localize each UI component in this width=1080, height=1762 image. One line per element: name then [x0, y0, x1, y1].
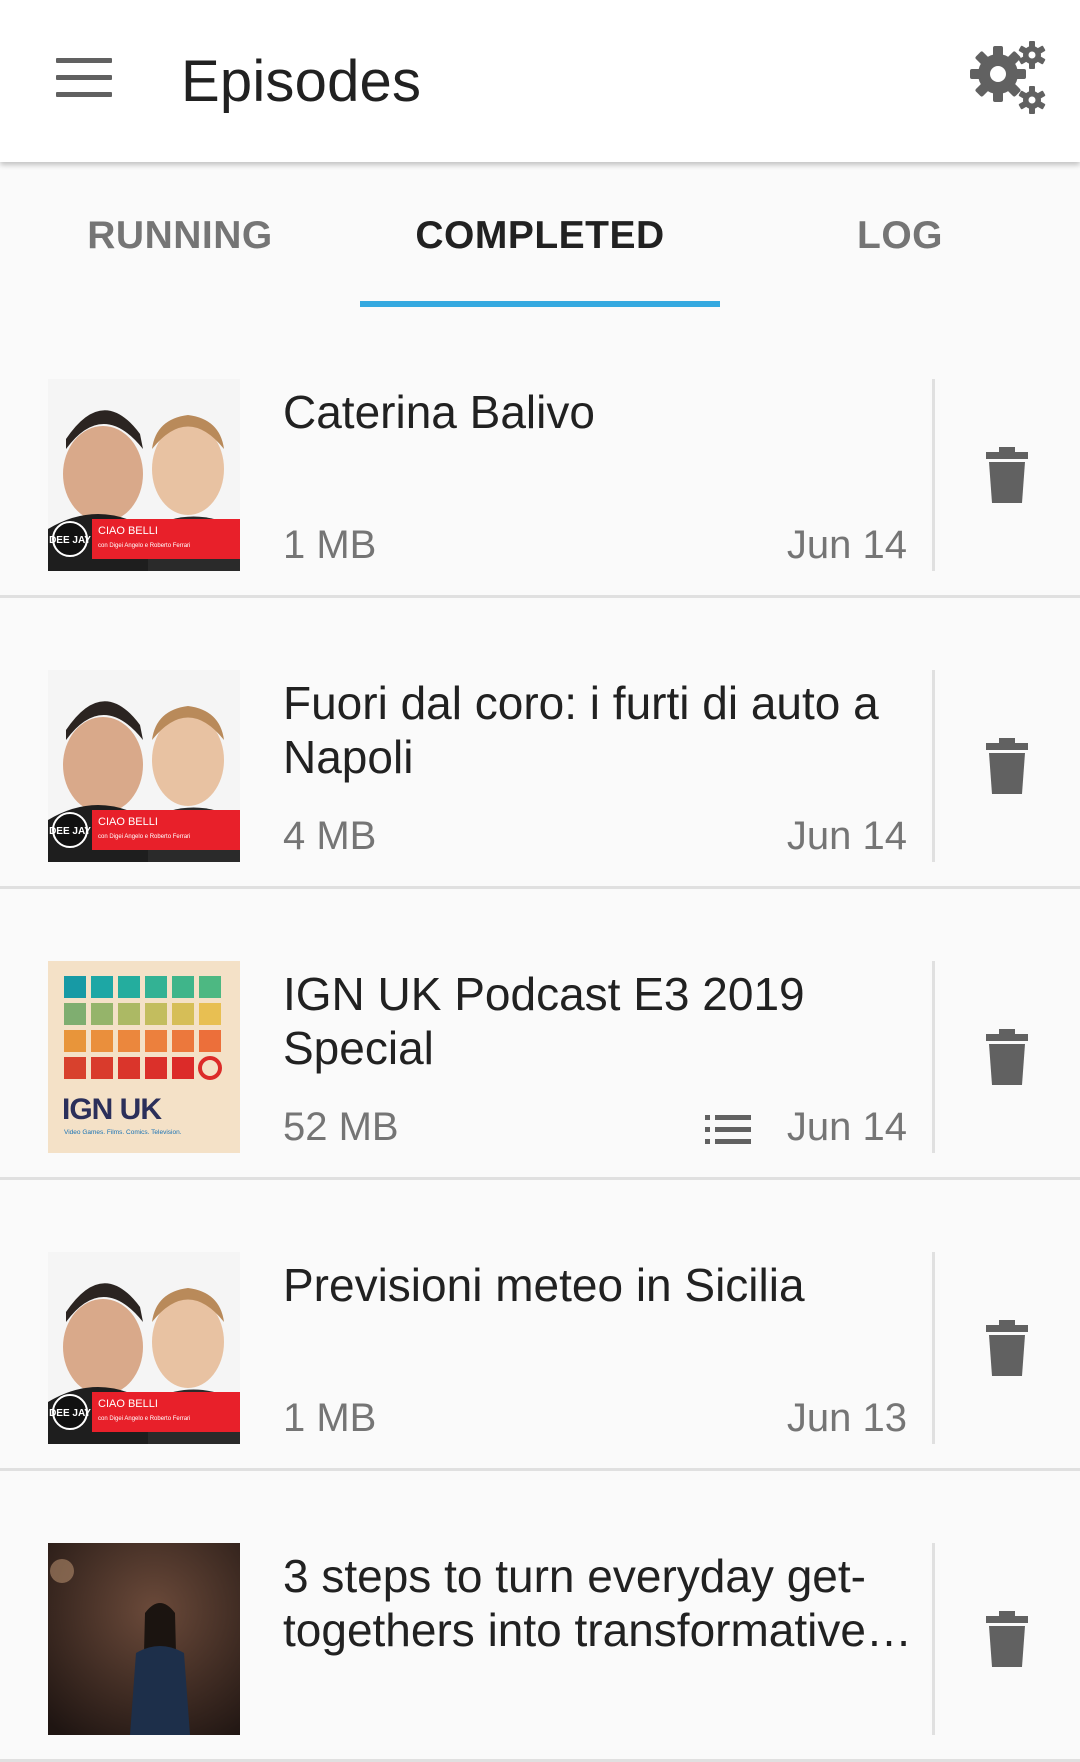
art-subtitle: con Digei Angelo e Roberto Ferrari	[98, 834, 190, 840]
trash-icon[interactable]	[986, 1611, 1028, 1667]
vertical-divider	[932, 961, 935, 1153]
episode-date: Jun 14	[786, 814, 907, 858]
tab-bar: RUNNING COMPLETED LOG	[0, 162, 1080, 307]
ciao-belli-artwork: DEE JAY CIAO BELLI con Digei Angelo e Ro…	[48, 379, 240, 571]
episode-size: 1 MB	[283, 1396, 377, 1440]
tab-running-label: RUNNING	[87, 214, 273, 257]
episode-date: Jun 13	[786, 1396, 907, 1440]
art-badge: DEE JAY	[49, 826, 91, 837]
list-item[interactable]: DEE JAY CIAO BELLI con Digei Angelo e Ro…	[0, 1180, 1080, 1471]
trash-icon[interactable]	[986, 447, 1028, 503]
episode-size: 52 MB	[283, 1105, 399, 1149]
art-subtitle: con Digei Angelo e Roberto Ferrari	[98, 1416, 190, 1422]
art-show-name: CIAO BELLI	[98, 525, 158, 537]
art-tagline: Video Games. Films. Comics. Television.	[64, 1129, 182, 1136]
trash-icon[interactable]	[986, 1320, 1028, 1376]
vertical-divider	[932, 1543, 935, 1735]
vertical-divider	[932, 379, 935, 571]
episode-title: IGN UK Podcast E3 2019 Special	[283, 968, 805, 1074]
ign-uk-artwork: IGN UK Video Games. Films. Comics. Telev…	[48, 961, 240, 1153]
art-badge: DEE JAY	[49, 535, 91, 546]
episode-title: Caterina Balivo	[283, 386, 595, 438]
ciao-belli-artwork: DEE JAY CIAO BELLI con Digei Angelo e Ro…	[48, 670, 240, 862]
episode-date: Jun 14	[786, 1105, 907, 1149]
list-item[interactable]: 3 steps to turn everyday get-togethers i…	[0, 1471, 1080, 1762]
playlist-icon	[705, 1115, 751, 1144]
gears-icon[interactable]	[966, 40, 1050, 116]
page-title: Episodes	[181, 49, 422, 114]
list-item[interactable]: DEE JAY CIAO BELLI con Digei Angelo e Ro…	[0, 307, 1080, 598]
hamburger-menu-icon[interactable]	[56, 58, 112, 98]
art-subtitle: con Digei Angelo e Roberto Ferrari	[98, 543, 190, 549]
ted-talk-artwork	[48, 1543, 240, 1735]
episode-size: 4 MB	[283, 814, 377, 858]
app-bar: Episodes	[0, 0, 1080, 162]
tab-log[interactable]: LOG	[720, 162, 1080, 307]
tab-log-label: LOG	[857, 214, 943, 257]
episode-title: Fuori dal coro: i furti di auto a Napoli	[283, 677, 879, 783]
tab-completed[interactable]: COMPLETED	[360, 162, 720, 307]
episode-list: DEE JAY CIAO BELLI con Digei Angelo e Ro…	[0, 307, 1080, 1762]
trash-icon[interactable]	[986, 1029, 1028, 1085]
ciao-belli-artwork: DEE JAY CIAO BELLI con Digei Angelo e Ro…	[48, 1252, 240, 1444]
art-badge: DEE JAY	[49, 1408, 91, 1419]
episode-date: Jun 14	[786, 523, 907, 567]
vertical-divider	[932, 670, 935, 862]
episode-size: 1 MB	[283, 523, 377, 567]
list-item[interactable]: IGN UK Video Games. Films. Comics. Telev…	[0, 889, 1080, 1180]
vertical-divider	[932, 1252, 935, 1444]
list-item[interactable]: DEE JAY CIAO BELLI con Digei Angelo e Ro…	[0, 598, 1080, 889]
tab-completed-label: COMPLETED	[415, 214, 665, 257]
episode-title: 3 steps to turn everyday get-togethers i…	[283, 1550, 866, 1656]
tab-running[interactable]: RUNNING	[0, 162, 360, 307]
art-logo: IGN UK	[62, 1093, 162, 1126]
art-show-name: CIAO BELLI	[98, 816, 158, 828]
trash-icon[interactable]	[986, 738, 1028, 794]
episode-title: Previsioni meteo in Sicilia	[283, 1259, 805, 1311]
art-show-name: CIAO BELLI	[98, 1398, 158, 1410]
